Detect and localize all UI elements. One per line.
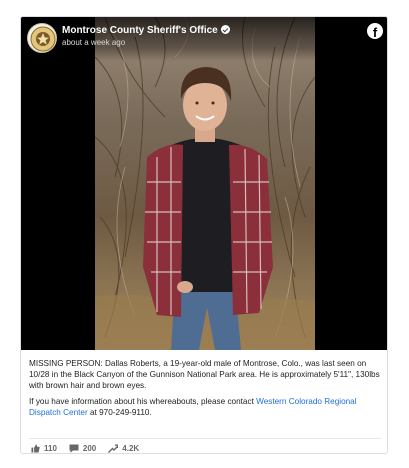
divider	[29, 438, 381, 439]
comment-count: 200	[82, 443, 97, 453]
photo-illustration	[95, 17, 315, 350]
facebook-icon[interactable]: f	[367, 23, 383, 39]
share-stat[interactable]: 4.2K	[108, 444, 139, 453]
missing-person-photo[interactable]	[95, 17, 315, 350]
comment-stat[interactable]: 200	[69, 444, 96, 453]
sheriff-badge-icon	[30, 26, 56, 52]
engagement-bar: 110 200 4.2K	[31, 443, 151, 453]
paragraph-2-after: at 970-249-9110.	[87, 408, 152, 417]
comment-icon	[69, 444, 79, 453]
post-paragraph-1: MISSING PERSON: Dallas Roberts, a 19-yea…	[29, 359, 380, 390]
share-arrow-icon	[108, 444, 119, 453]
post-header: Montrose County Sheriff's Office about a…	[21, 17, 387, 61]
post-paragraph-2: If you have information about his wherea…	[29, 396, 381, 418]
post-timestamp[interactable]: about a week ago	[62, 38, 125, 47]
facebook-post-card: Montrose County Sheriff's Office about a…	[20, 16, 388, 454]
post-media[interactable]: Montrose County Sheriff's Office about a…	[21, 17, 387, 350]
page-name[interactable]: Montrose County Sheriff's Office	[62, 25, 218, 36]
page-name-link[interactable]: Montrose County Sheriff's Office	[62, 25, 230, 36]
like-stat[interactable]: 110	[31, 444, 57, 453]
like-count: 110	[44, 443, 57, 453]
post-body: MISSING PERSON: Dallas Roberts, a 19-yea…	[29, 358, 381, 423]
verified-badge-icon	[220, 25, 230, 34]
share-count: 4.2K	[122, 443, 140, 453]
page-avatar[interactable]	[27, 23, 57, 53]
paragraph-2-before: If you have information about his wherea…	[29, 397, 257, 406]
thumbs-up-icon	[31, 443, 40, 453]
